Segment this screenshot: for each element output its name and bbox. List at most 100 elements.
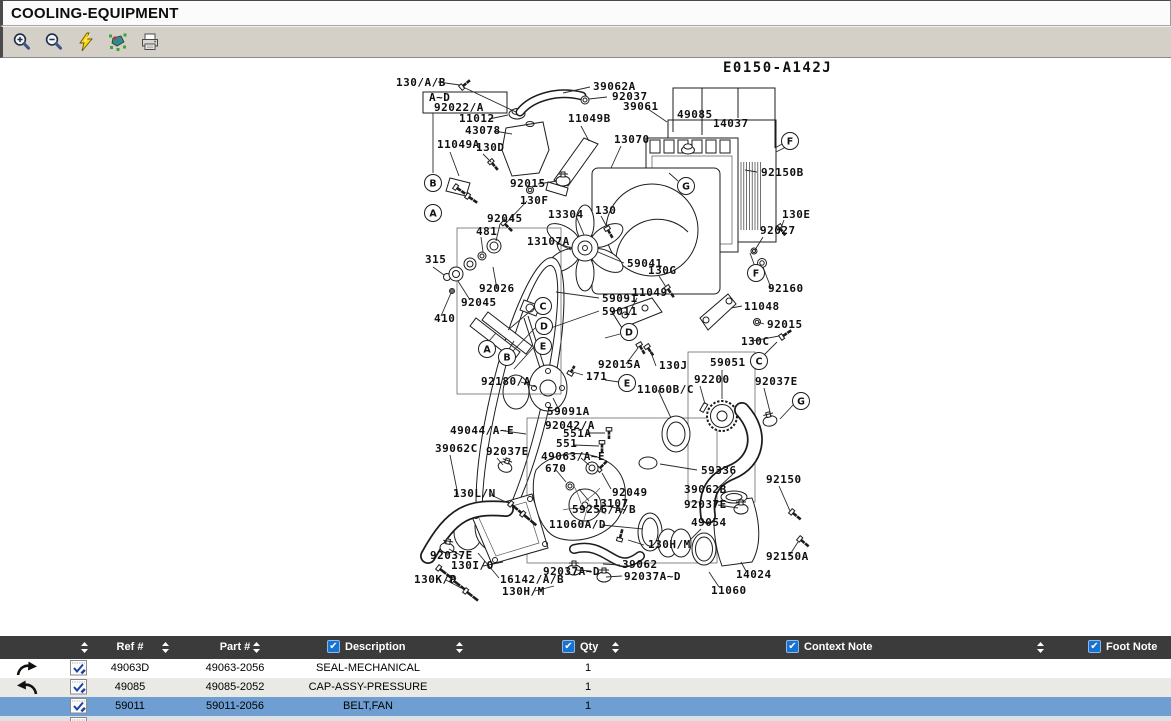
part-label[interactable]: 59091 <box>602 292 638 305</box>
part-label[interactable]: 92045 <box>487 212 523 225</box>
part-label[interactable]: 49044/A~E <box>450 424 514 437</box>
edit-note-icon[interactable] <box>70 717 87 721</box>
part-label[interactable]: 59091A <box>547 405 590 418</box>
part-label[interactable]: 315 <box>425 253 446 266</box>
part-label[interactable]: 92150 <box>766 473 802 486</box>
part-label[interactable]: 481 <box>476 225 497 238</box>
part-label[interactable]: 11060B/C <box>637 383 694 396</box>
part-label[interactable]: 59256/A/B <box>572 503 636 516</box>
sort-icon[interactable] <box>252 641 261 654</box>
zoom-out-button[interactable] <box>42 30 66 54</box>
part-label[interactable]: 92037E <box>684 498 727 511</box>
checkbox-description[interactable]: ✔ <box>327 640 340 653</box>
part-label[interactable]: 670 <box>545 462 566 475</box>
part-label[interactable]: 92022/A <box>434 101 484 114</box>
header-context-note[interactable]: Context Note <box>804 641 872 653</box>
sort-icon[interactable] <box>455 641 464 654</box>
part-label[interactable]: 92045 <box>461 296 497 309</box>
part-label[interactable]: 551 <box>556 437 577 450</box>
part-label[interactable]: 43078 <box>465 124 501 137</box>
back-arrow-icon[interactable] <box>14 678 40 696</box>
cell-qty: 1 <box>558 681 618 693</box>
part-label[interactable]: 130J <box>659 359 688 372</box>
callout-letter: A <box>483 344 491 355</box>
diagram-viewport[interactable]: 130/A/B110124307811049A130D92015130F3906… <box>0 58 1171 636</box>
part-label[interactable]: 39061 <box>623 100 659 113</box>
part-label[interactable]: 92180/A <box>481 375 531 388</box>
part-label[interactable]: 92150A <box>766 550 809 563</box>
part-label[interactable]: 39062C <box>435 442 478 455</box>
checkbox-context-note[interactable]: ✔ <box>786 640 799 653</box>
part-label[interactable]: 92037A~D <box>543 565 600 578</box>
part-label[interactable]: 14024 <box>736 568 772 581</box>
part-label[interactable]: 59336 <box>701 464 737 477</box>
part-label[interactable]: 92027 <box>760 224 796 237</box>
part-label[interactable]: 39062B <box>684 483 727 496</box>
part-label[interactable]: 130G <box>648 264 677 277</box>
part-label[interactable]: 59011 <box>602 305 638 318</box>
edit-note-icon[interactable] <box>70 679 87 695</box>
part-label[interactable]: 92150B <box>761 166 804 179</box>
part-label[interactable]: 130 <box>595 204 616 217</box>
forward-arrow-icon[interactable] <box>14 659 40 677</box>
part-label[interactable]: 13304 <box>548 208 584 221</box>
header-part[interactable]: Part # <box>170 641 300 653</box>
callout-letter: D <box>540 321 548 332</box>
part-label[interactable]: 92037A~D <box>624 570 681 583</box>
part-label[interactable]: 92200 <box>694 373 730 386</box>
part-label[interactable]: 11049B <box>568 112 611 125</box>
part-label[interactable]: 92037E <box>486 445 529 458</box>
edit-note-icon[interactable] <box>70 698 87 714</box>
checkbox-foot-note[interactable]: ✔ <box>1088 640 1101 653</box>
part-label[interactable]: 171 <box>586 370 607 383</box>
flash-highlight-button[interactable] <box>74 30 98 54</box>
table-row[interactable]: 5901159011-2056BELT,FAN1 <box>0 697 1171 716</box>
part-label[interactable]: 130H/M <box>648 538 691 551</box>
part-label[interactable]: 49054 <box>691 516 727 529</box>
header-description[interactable]: Description <box>345 641 406 653</box>
cell-description: BELT,FAN <box>293 700 443 712</box>
table-row[interactable]: 4908549085-2052CAP-ASSY-PRESSURE1 <box>0 678 1171 697</box>
part-label[interactable]: 49085 <box>677 108 713 121</box>
edit-note-icon[interactable] <box>70 660 87 676</box>
printer-icon <box>139 31 161 53</box>
part-label[interactable]: 410 <box>434 312 455 325</box>
sort-icon[interactable] <box>80 641 89 654</box>
sort-icon[interactable] <box>161 641 170 654</box>
part-label[interactable]: 130/A/B <box>396 76 446 89</box>
header-ref[interactable]: Ref # <box>95 641 165 653</box>
part-label[interactable]: 130L/N <box>453 487 496 500</box>
part-label[interactable]: 130E <box>782 208 811 221</box>
sort-icon[interactable] <box>1036 641 1045 654</box>
part-label[interactable]: 92160 <box>768 282 804 295</box>
part-label[interactable]: 59051 <box>710 356 746 369</box>
part-label[interactable]: 130H/M <box>502 585 545 598</box>
part-label[interactable]: 92026 <box>479 282 515 295</box>
part-label[interactable]: 11049A <box>437 138 480 151</box>
hotspot-image-button[interactable] <box>106 30 130 54</box>
checkbox-qty[interactable]: ✔ <box>562 640 575 653</box>
part-label[interactable]: 130I/O <box>451 559 494 572</box>
header-qty[interactable]: Qty <box>580 641 598 653</box>
part-label[interactable]: 130K/P <box>414 573 457 586</box>
part-label[interactable]: 130C <box>741 335 770 348</box>
sort-icon[interactable] <box>611 641 620 654</box>
part-label[interactable]: 13070 <box>614 133 650 146</box>
part-label[interactable]: 130F <box>520 194 549 207</box>
part-label[interactable]: 92037E <box>755 375 798 388</box>
zoom-in-button[interactable] <box>10 30 34 54</box>
part-label[interactable]: 92015 <box>767 318 803 331</box>
part-label[interactable]: 11060 <box>711 584 747 597</box>
part-label[interactable]: 11060A/D <box>549 518 606 531</box>
part-label[interactable]: 130D <box>476 141 505 154</box>
print-button[interactable] <box>138 30 162 54</box>
table-row[interactable]: 49063D49063-2056SEAL-MECHANICAL1 <box>0 659 1171 678</box>
part-label[interactable]: 14037 <box>713 117 749 130</box>
part-label[interactable]: 13107A <box>527 235 570 248</box>
header-foot-note[interactable]: Foot Note <box>1106 641 1157 653</box>
part-label[interactable]: 92015 <box>510 177 546 190</box>
cell-description: CAP-ASSY-PRESSURE <box>293 681 443 693</box>
lightning-icon <box>75 31 97 53</box>
part-label[interactable]: 11048 <box>744 300 780 313</box>
table-row-partial[interactable] <box>0 716 1171 721</box>
